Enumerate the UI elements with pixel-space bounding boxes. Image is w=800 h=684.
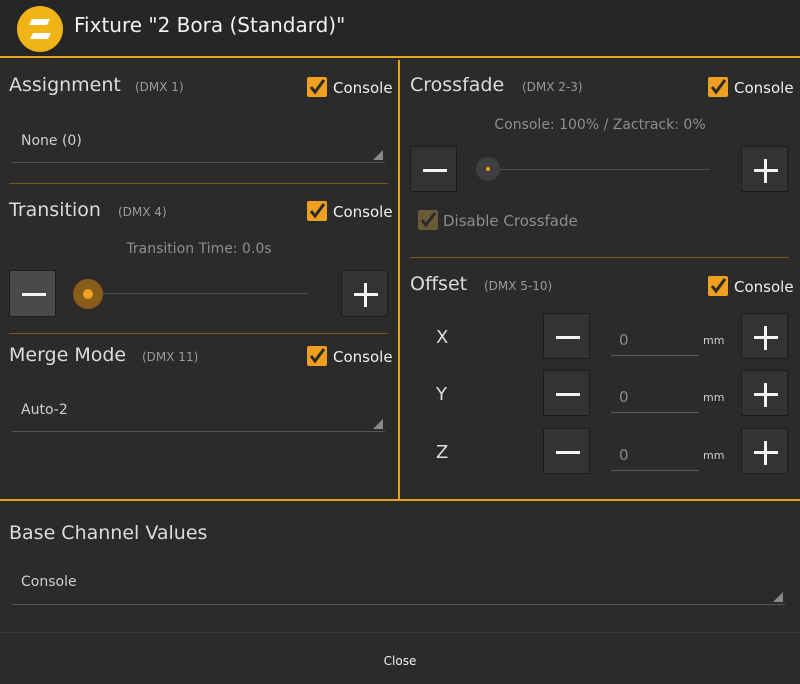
close-button[interactable]: Close	[0, 633, 800, 684]
assignment-select-value: None (0)	[21, 133, 82, 149]
offset-z-minus-button[interactable]	[543, 428, 590, 474]
offset-dmx: (DMX 5-10)	[484, 279, 553, 293]
transition-dmx: (DMX 4)	[118, 205, 167, 219]
offset-z-label: Z	[436, 442, 449, 463]
transition-time-text: Transition Time: 0.0s	[126, 241, 272, 257]
minus-icon	[556, 451, 580, 454]
offset-y-minus-button[interactable]	[543, 370, 590, 416]
checkbox-checked-icon	[309, 79, 326, 95]
offset-x-input[interactable]: 0	[611, 314, 699, 356]
offset-y-value: 0	[619, 388, 629, 406]
base-channel-title: Base Channel Values	[9, 522, 208, 544]
dropdown-triangle-icon	[773, 592, 783, 602]
merge-mode-title: Merge Mode	[9, 344, 127, 366]
crossfade-slider-track[interactable]	[488, 169, 710, 170]
crossfade-dmx: (DMX 2-3)	[522, 80, 583, 94]
transition-minus-button[interactable]	[9, 270, 56, 317]
crossfade-slider-thumb[interactable]	[476, 157, 500, 181]
offset-z-plus-button[interactable]	[741, 428, 788, 474]
offset-console-label[interactable]: Console	[734, 278, 794, 296]
base-channel-select-value: Console	[21, 574, 77, 590]
offset-y-label: Y	[436, 384, 447, 405]
disable-crossfade-checkbox[interactable]	[418, 210, 438, 230]
minus-icon	[423, 169, 447, 172]
offset-x-label: X	[436, 327, 449, 348]
checkbox-checked-icon	[710, 278, 727, 294]
dialog-title: Fixture "2 Bora (Standard)"	[74, 13, 346, 37]
offset-z-unit: mm	[703, 449, 725, 462]
checkbox-checked-icon	[710, 79, 727, 95]
assignment-title: Assignment	[9, 74, 121, 96]
checkbox-checked-icon	[420, 212, 437, 228]
offset-y-plus-button[interactable]	[741, 370, 788, 416]
transition-slider-thumb[interactable]	[73, 279, 103, 309]
transition-console-checkbox[interactable]	[307, 201, 327, 221]
merge-mode-console-checkbox[interactable]	[307, 346, 327, 366]
minus-icon	[556, 393, 580, 396]
disable-crossfade-label[interactable]: Disable Crossfade	[443, 212, 578, 230]
offset-title: Offset	[410, 273, 468, 295]
crossfade-title: Crossfade	[410, 74, 505, 96]
checkbox-checked-icon	[309, 203, 326, 219]
assignment-console-label[interactable]: Console	[333, 79, 393, 97]
assignment-select[interactable]: None (0)	[12, 122, 385, 163]
checkbox-checked-icon	[309, 348, 326, 364]
crossfade-minus-button[interactable]	[410, 146, 457, 192]
offset-z-value: 0	[619, 446, 629, 464]
offset-y-unit: mm	[703, 391, 725, 404]
offset-x-value: 0	[619, 331, 629, 349]
offset-y-input[interactable]: 0	[611, 371, 699, 413]
minus-icon	[22, 293, 46, 296]
offset-z-input[interactable]: 0	[611, 429, 699, 471]
offset-x-minus-button[interactable]	[543, 313, 590, 359]
merge-mode-select[interactable]: Auto-2	[12, 391, 385, 432]
app-logo-icon	[17, 6, 63, 52]
crossfade-console-label[interactable]: Console	[734, 79, 794, 97]
separator	[410, 257, 789, 258]
offset-x-plus-button[interactable]	[741, 313, 788, 359]
section-divider	[0, 499, 800, 501]
dropdown-triangle-icon	[373, 150, 383, 160]
offset-console-checkbox[interactable]	[708, 276, 728, 296]
dropdown-triangle-icon	[373, 419, 383, 429]
merge-mode-select-value: Auto-2	[21, 402, 68, 418]
crossfade-ratio-text: Console: 100% / Zactrack: 0%	[494, 117, 706, 133]
separator	[9, 333, 388, 334]
base-channel-select[interactable]: Console	[12, 564, 785, 605]
title-bar: Fixture "2 Bora (Standard)"	[0, 0, 800, 58]
crossfade-plus-button[interactable]	[741, 146, 788, 192]
transition-plus-button[interactable]	[341, 270, 388, 317]
transition-console-label[interactable]: Console	[333, 203, 393, 221]
assignment-console-checkbox[interactable]	[307, 77, 327, 97]
separator	[9, 183, 388, 184]
merge-mode-dmx: (DMX 11)	[142, 350, 199, 364]
dialog-footer: Close	[0, 632, 800, 684]
transition-slider-track[interactable]	[88, 293, 308, 294]
merge-mode-console-label[interactable]: Console	[333, 348, 393, 366]
assignment-dmx: (DMX 1)	[135, 80, 184, 94]
transition-title: Transition	[9, 199, 101, 221]
minus-icon	[556, 336, 580, 339]
crossfade-console-checkbox[interactable]	[708, 77, 728, 97]
offset-x-unit: mm	[703, 334, 725, 347]
